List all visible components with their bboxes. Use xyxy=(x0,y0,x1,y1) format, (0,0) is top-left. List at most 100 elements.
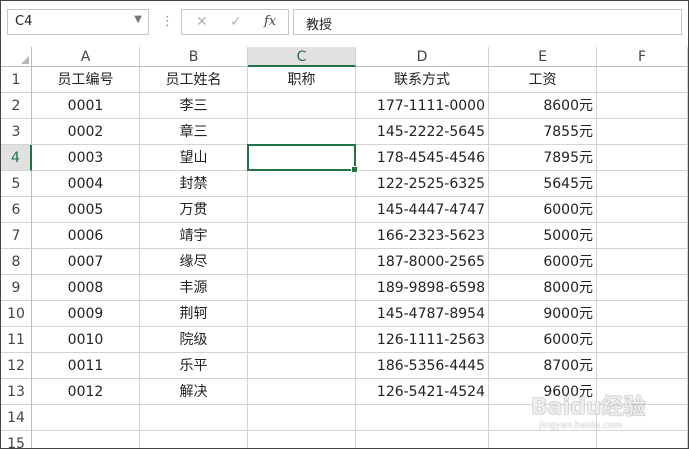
formula-input[interactable]: 教授 xyxy=(293,9,682,35)
table-cell[interactable]: 0005 xyxy=(32,197,140,223)
table-cell[interactable]: 0007 xyxy=(32,249,140,275)
table-cell[interactable] xyxy=(597,93,688,119)
table-cell[interactable]: 0009 xyxy=(32,301,140,327)
table-cell[interactable]: 122-2525-6325 xyxy=(356,171,489,197)
active-cell-selection[interactable] xyxy=(247,144,358,173)
row-header-2[interactable]: 2 xyxy=(1,93,32,119)
table-cell[interactable] xyxy=(248,197,356,223)
table-cell[interactable]: 缘尽 xyxy=(140,249,248,275)
chevron-down-icon[interactable]: ▼ xyxy=(134,14,142,25)
table-cell[interactable] xyxy=(140,431,248,448)
table-cell[interactable] xyxy=(597,353,688,379)
row-header-13[interactable]: 13 xyxy=(1,379,32,405)
table-cell[interactable] xyxy=(248,249,356,275)
header-cell[interactable]: 联系方式 xyxy=(356,67,489,93)
table-cell[interactable] xyxy=(32,405,140,431)
table-cell[interactable] xyxy=(597,405,688,431)
table-cell[interactable] xyxy=(248,431,356,448)
header-cell[interactable]: 工资 xyxy=(489,67,597,93)
table-cell[interactable]: 7895元 xyxy=(489,145,597,171)
table-cell[interactable]: 靖宇 xyxy=(140,223,248,249)
table-cell[interactable] xyxy=(248,275,356,301)
table-cell[interactable] xyxy=(248,405,356,431)
table-cell[interactable]: 5645元 xyxy=(489,171,597,197)
row-header-9[interactable]: 9 xyxy=(1,275,32,301)
table-cell[interactable]: 178-4545-4546 xyxy=(356,145,489,171)
table-cell[interactable]: 145-4447-4747 xyxy=(356,197,489,223)
table-cell[interactable]: 封禁 xyxy=(140,171,248,197)
table-cell[interactable]: 126-5421-4524 xyxy=(356,379,489,405)
table-cell[interactable]: 8000元 xyxy=(489,275,597,301)
table-cell[interactable]: 0003 xyxy=(32,145,140,171)
table-cell[interactable] xyxy=(248,93,356,119)
table-cell[interactable]: 0008 xyxy=(32,275,140,301)
table-cell[interactable] xyxy=(248,301,356,327)
row-header-10[interactable]: 10 xyxy=(1,301,32,327)
table-cell[interactable]: 9000元 xyxy=(489,301,597,327)
table-cell[interactable]: 6000元 xyxy=(489,197,597,223)
table-cell[interactable] xyxy=(356,405,489,431)
table-cell[interactable]: 章三 xyxy=(140,119,248,145)
table-cell[interactable]: 186-5356-4445 xyxy=(356,353,489,379)
table-cell[interactable] xyxy=(597,431,688,448)
table-cell[interactable]: 万贯 xyxy=(140,197,248,223)
row-header-15[interactable]: 15 xyxy=(1,431,32,448)
table-cell[interactable]: 6000元 xyxy=(489,249,597,275)
table-cell[interactable] xyxy=(248,171,356,197)
table-cell[interactable]: 145-4787-8954 xyxy=(356,301,489,327)
table-cell[interactable]: 0004 xyxy=(32,171,140,197)
table-cell[interactable] xyxy=(597,119,688,145)
table-cell[interactable]: 院级 xyxy=(140,327,248,353)
row-header-3[interactable]: 3 xyxy=(1,119,32,145)
table-cell[interactable]: 乐平 xyxy=(140,353,248,379)
table-cell[interactable]: 145-2222-5645 xyxy=(356,119,489,145)
row-header-11[interactable]: 11 xyxy=(1,327,32,353)
row-header-14[interactable]: 14 xyxy=(1,405,32,431)
table-cell[interactable] xyxy=(597,197,688,223)
table-cell[interactable] xyxy=(248,119,356,145)
table-cell[interactable]: 166-2323-5623 xyxy=(356,223,489,249)
table-cell[interactable] xyxy=(248,327,356,353)
table-cell[interactable] xyxy=(597,171,688,197)
table-cell[interactable] xyxy=(489,405,597,431)
row-header-1[interactable]: 1 xyxy=(1,67,32,93)
header-cell[interactable]: 员工姓名 xyxy=(140,67,248,93)
table-cell[interactable]: 解决 xyxy=(140,379,248,405)
table-cell[interactable]: 126-1111-2563 xyxy=(356,327,489,353)
table-cell[interactable] xyxy=(597,301,688,327)
table-cell[interactable] xyxy=(597,223,688,249)
insert-function-icon[interactable]: fx xyxy=(264,14,276,29)
table-cell[interactable]: 9600元 xyxy=(489,379,597,405)
table-cell[interactable]: 7855元 xyxy=(489,119,597,145)
table-cell[interactable]: 0006 xyxy=(32,223,140,249)
name-box[interactable]: C4 ▼ xyxy=(7,9,149,35)
table-cell[interactable] xyxy=(32,431,140,448)
row-header-12[interactable]: 12 xyxy=(1,353,32,379)
column-header-c[interactable]: C xyxy=(248,47,356,67)
header-cell[interactable]: 职称 xyxy=(248,67,356,93)
column-header-e[interactable]: E xyxy=(489,47,597,67)
column-header-b[interactable]: B xyxy=(140,47,248,67)
header-cell[interactable]: 员工编号 xyxy=(32,67,140,93)
column-header-d[interactable]: D xyxy=(356,47,489,67)
table-cell[interactable]: 李三 xyxy=(140,93,248,119)
more-options-icon[interactable]: ⋮ xyxy=(161,14,174,29)
table-cell[interactable] xyxy=(248,353,356,379)
select-all-corner[interactable] xyxy=(1,47,32,67)
table-cell[interactable]: 0012 xyxy=(32,379,140,405)
table-cell[interactable] xyxy=(597,145,688,171)
table-cell[interactable]: 177-1111-0000 xyxy=(356,93,489,119)
table-cell[interactable]: 望山 xyxy=(140,145,248,171)
table-cell[interactable]: 187-8000-2565 xyxy=(356,249,489,275)
table-cell[interactable]: 0002 xyxy=(32,119,140,145)
cancel-icon[interactable]: ✕ xyxy=(196,14,208,30)
column-header-f[interactable]: F xyxy=(597,47,688,67)
table-cell[interactable] xyxy=(597,249,688,275)
table-cell[interactable]: 0011 xyxy=(32,353,140,379)
table-cell[interactable]: 丰源 xyxy=(140,275,248,301)
row-header-4[interactable]: 4 xyxy=(1,145,32,171)
table-cell[interactable] xyxy=(248,379,356,405)
row-header-6[interactable]: 6 xyxy=(1,197,32,223)
table-cell[interactable]: 189-9898-6598 xyxy=(356,275,489,301)
row-header-7[interactable]: 7 xyxy=(1,223,32,249)
